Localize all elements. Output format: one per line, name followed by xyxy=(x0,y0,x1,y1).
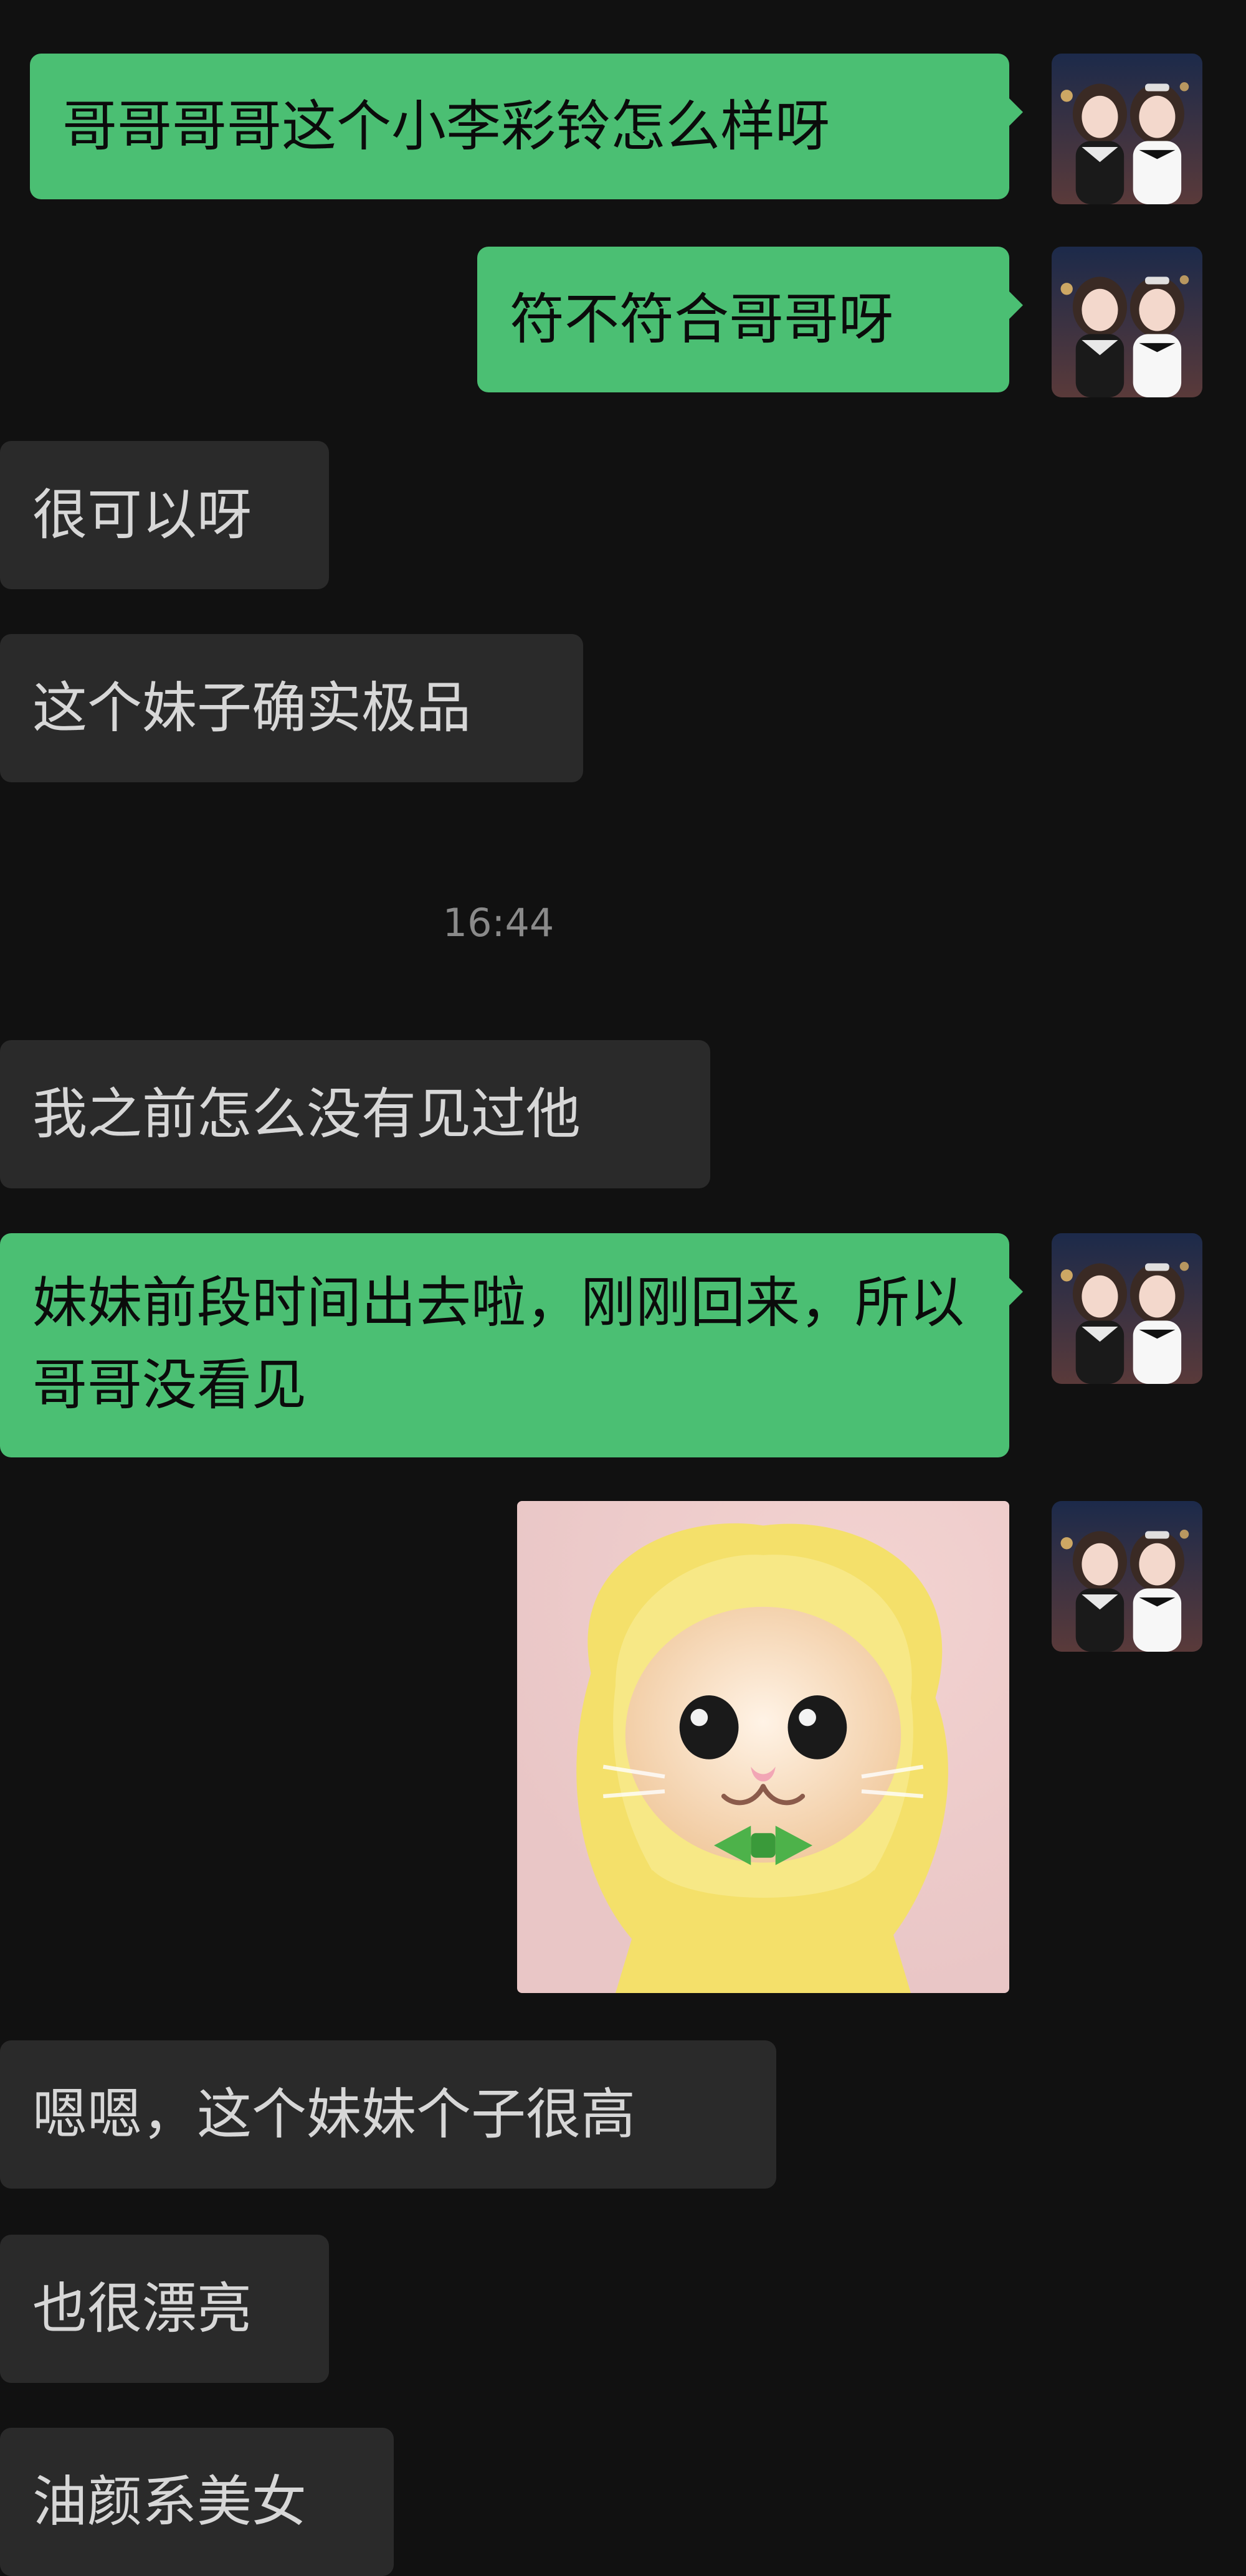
message-bubble-received[interactable]: 很可以呀 xyxy=(0,441,329,589)
message-text: 哥哥哥哥这个小李彩铃怎么样呀 xyxy=(62,94,830,158)
message-bubble-received[interactable]: 也很漂亮 xyxy=(0,2235,329,2383)
message-bubble-received[interactable]: 这个妹子确实极品 xyxy=(0,634,583,782)
twin-girls-avatar-icon xyxy=(1052,54,1202,204)
avatar[interactable] xyxy=(1052,54,1202,204)
avatar[interactable] xyxy=(1052,1233,1202,1384)
avatar[interactable] xyxy=(1052,1501,1202,1652)
timestamp-text: 16:44 xyxy=(442,900,554,945)
twin-girls-avatar-icon xyxy=(1052,1501,1202,1652)
message-text: 这个妹子确实极品 xyxy=(32,676,472,740)
cat-banana-hat-image xyxy=(517,1501,1009,1993)
message-text: 嗯嗯，这个妹妹个子很高 xyxy=(32,2082,636,2146)
timestamp: 16:44 xyxy=(0,898,997,948)
message-bubble-received[interactable]: 我之前怎么没有见过他 xyxy=(0,1040,710,1188)
message-bubble-sent[interactable]: 妹妹前段时间出去啦，刚刚回来，所以哥哥没看见 xyxy=(0,1233,1023,1457)
image-message[interactable] xyxy=(517,1501,1009,1993)
message-text: 我之前怎么没有见过他 xyxy=(32,1082,581,1146)
message-bubble-sent[interactable]: 哥哥哥哥这个小李彩铃怎么样呀 xyxy=(30,54,1023,199)
message-text: 也很漂亮 xyxy=(32,2276,252,2341)
message-text: 妹妹前段时间出去啦，刚刚回来，所以哥哥没看见 xyxy=(32,1271,965,1417)
avatar[interactable] xyxy=(1052,247,1202,397)
message-text: 油颜系美女 xyxy=(32,2469,307,2534)
message-bubble-received[interactable]: 油颜系美女 xyxy=(0,2428,394,2576)
message-bubble-received[interactable]: 嗯嗯，这个妹妹个子很高 xyxy=(0,2040,776,2189)
message-text: 很可以呀 xyxy=(32,483,252,547)
twin-girls-avatar-icon xyxy=(1052,247,1202,397)
message-text: 符不符合哥哥呀 xyxy=(510,287,894,351)
message-bubble-sent[interactable]: 符不符合哥哥呀 xyxy=(477,247,1023,392)
twin-girls-avatar-icon xyxy=(1052,1233,1202,1384)
